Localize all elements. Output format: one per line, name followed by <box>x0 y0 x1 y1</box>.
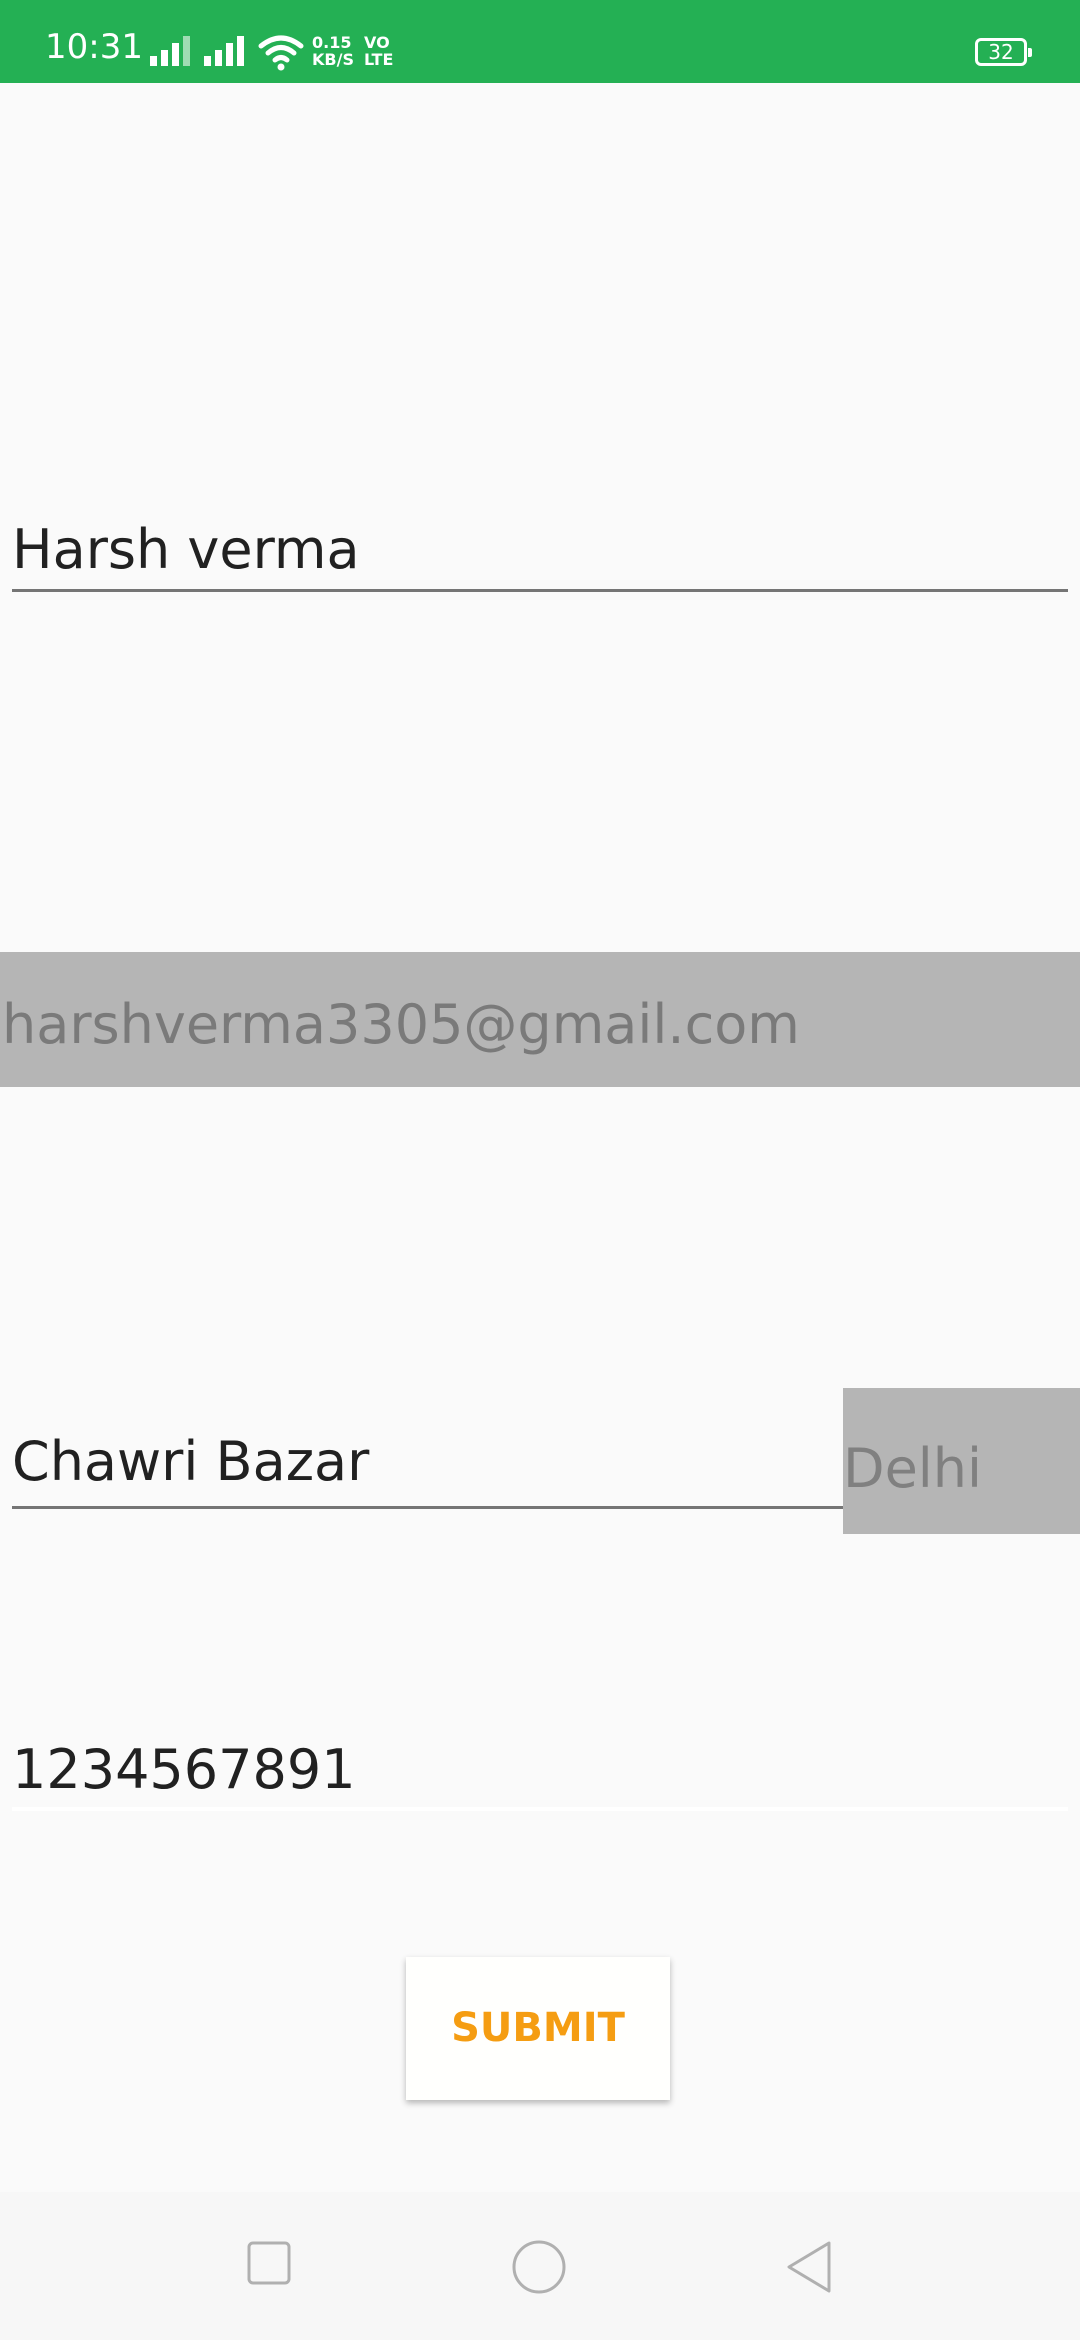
signal-icon <box>150 36 190 66</box>
volte-line2: LTE <box>364 50 394 69</box>
wifi-icon <box>258 35 304 71</box>
status-bar: 10:31 0.15 KB/S VO LTE 32 <box>0 0 1080 83</box>
phone-input[interactable]: 1234567891 <box>12 1743 356 1797</box>
name-input[interactable]: Harsh verma <box>12 523 360 577</box>
battery-icon: 32 <box>975 38 1032 66</box>
back-triangle-icon[interactable] <box>784 2238 834 2296</box>
name-input-underline <box>12 589 1068 592</box>
volte-indicator: VO LTE <box>364 34 393 68</box>
network-speed-value: 0.15 <box>312 33 352 52</box>
network-speed-unit: KB/S <box>312 50 354 69</box>
battery-level: 32 <box>988 40 1014 64</box>
submit-button[interactable]: SUBMIT <box>406 1957 670 2100</box>
status-time: 10:31 <box>45 27 143 67</box>
home-circle-icon[interactable] <box>511 2238 567 2296</box>
city-input[interactable]: Delhi <box>843 1437 982 1500</box>
email-input[interactable]: harshverma3305@gmail.com <box>2 993 800 1056</box>
phone-input-underline <box>12 1807 1068 1811</box>
recents-square-icon[interactable] <box>244 2238 294 2288</box>
address-input-underline <box>12 1506 987 1509</box>
signal-icon <box>204 36 244 66</box>
volte-line1: VO <box>364 33 390 52</box>
network-speed: 0.15 KB/S <box>312 34 354 68</box>
address-input[interactable]: Chawri Bazar <box>12 1435 369 1489</box>
